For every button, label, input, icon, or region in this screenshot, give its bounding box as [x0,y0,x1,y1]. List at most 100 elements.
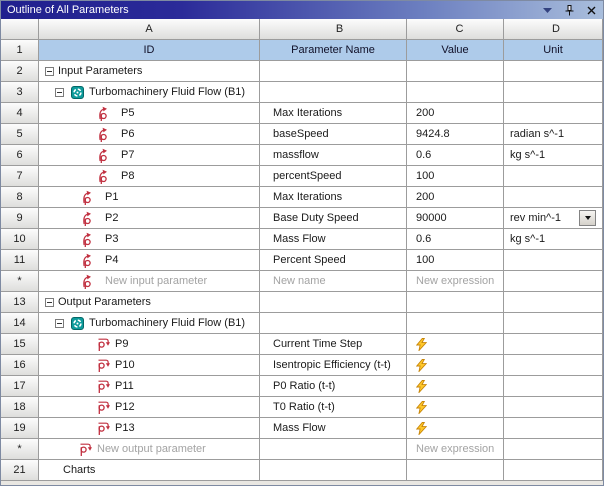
unit-cell[interactable] [504,82,603,103]
row-number-cell[interactable]: 5 [1,124,39,145]
row-number-cell[interactable]: 10 [1,229,39,250]
unit-cell[interactable]: rev min^-1 [504,208,603,229]
unit-cell[interactable]: kg s^-1 [504,145,603,166]
row-number-cell[interactable]: 16 [1,355,39,376]
value-cell[interactable] [407,313,504,334]
collapse-toggle-icon[interactable] [55,318,64,328]
id-cell[interactable]: P6 [39,124,260,145]
parameter-name-cell[interactable]: P0 Ratio (t-t) [260,376,407,397]
parameter-name-cell[interactable]: Isentropic Efficiency (t-t) [260,355,407,376]
row-number-cell[interactable]: 17 [1,376,39,397]
parameter-name-cell[interactable]: Current Time Step [260,334,407,355]
row-number-cell[interactable]: 11 [1,250,39,271]
value-cell[interactable]: 200 [407,187,504,208]
id-cell[interactable]: Charts [39,460,260,481]
id-cell[interactable]: P12 [39,397,260,418]
row-number-cell[interactable]: 3 [1,82,39,103]
value-cell[interactable] [407,418,504,439]
parameter-name-cell[interactable] [260,460,407,481]
id-cell[interactable]: P8 [39,166,260,187]
header-id[interactable]: ID [39,40,260,61]
row-number-cell[interactable]: 6 [1,145,39,166]
row-number-cell[interactable]: * [1,271,39,292]
value-cell[interactable]: 200 [407,103,504,124]
value-cell[interactable] [407,61,504,82]
parameter-name-cell[interactable] [260,292,407,313]
value-cell[interactable]: 0.6 [407,145,504,166]
row-number-cell[interactable]: 21 [1,460,39,481]
row-number-cell[interactable]: 9 [1,208,39,229]
unit-cell[interactable] [504,376,603,397]
value-cell[interactable]: 100 [407,166,504,187]
close-icon[interactable] [584,3,598,17]
unit-cell[interactable] [504,61,603,82]
parameter-name-cell[interactable]: baseSpeed [260,124,407,145]
parameter-name-cell[interactable] [260,61,407,82]
parameter-name-cell[interactable]: Max Iterations [260,103,407,124]
parameter-name-cell[interactable]: Mass Flow [260,229,407,250]
id-cell[interactable]: New output parameter [39,439,260,460]
row-number-cell[interactable]: 2 [1,61,39,82]
unit-cell[interactable] [504,334,603,355]
id-cell[interactable]: P10 [39,355,260,376]
unit-cell[interactable] [504,166,603,187]
row-number-cell[interactable]: 1 [1,40,39,61]
value-cell[interactable]: 9424.8 [407,124,504,145]
id-cell[interactable]: P13 [39,418,260,439]
unit-cell[interactable] [504,313,603,334]
value-cell[interactable] [407,292,504,313]
value-cell[interactable]: 0.6 [407,229,504,250]
value-cell[interactable] [407,355,504,376]
row-number-cell[interactable]: * [1,439,39,460]
unit-cell[interactable] [504,355,603,376]
unit-cell[interactable] [504,439,603,460]
column-header-A[interactable]: A [39,19,260,40]
id-cell[interactable]: Output Parameters [39,292,260,313]
parameter-name-cell[interactable] [260,313,407,334]
row-number-cell[interactable]: 7 [1,166,39,187]
column-header-C[interactable]: C [407,19,504,40]
id-cell[interactable]: P4 [39,250,260,271]
row-number-cell[interactable]: 13 [1,292,39,313]
pin-icon[interactable] [562,3,576,17]
unit-cell[interactable] [504,103,603,124]
id-cell[interactable]: Turbomachinery Fluid Flow (B1) [39,82,260,103]
id-cell[interactable]: P3 [39,229,260,250]
value-cell[interactable]: 90000 [407,208,504,229]
unit-cell[interactable] [504,418,603,439]
parameter-name-cell[interactable]: T0 Ratio (t-t) [260,397,407,418]
value-cell[interactable] [407,376,504,397]
parameter-name-cell[interactable] [260,439,407,460]
unit-cell[interactable]: radian s^-1 [504,124,603,145]
column-header-D[interactable]: D [504,19,603,40]
row-number-cell[interactable]: 15 [1,334,39,355]
column-header-B[interactable]: B [260,19,407,40]
parameter-name-cell[interactable] [260,82,407,103]
header-parameter-name[interactable]: Parameter Name [260,40,407,61]
parameter-name-cell[interactable]: Max Iterations [260,187,407,208]
unit-dropdown-button[interactable] [579,210,596,226]
id-cell[interactable]: P11 [39,376,260,397]
row-number-cell[interactable]: 19 [1,418,39,439]
value-cell[interactable]: 100 [407,250,504,271]
row-number-cell[interactable]: 14 [1,313,39,334]
unit-cell[interactable] [504,292,603,313]
unit-cell[interactable] [504,460,603,481]
value-cell[interactable] [407,397,504,418]
value-cell[interactable] [407,82,504,103]
parameter-name-cell[interactable]: percentSpeed [260,166,407,187]
value-cell[interactable] [407,334,504,355]
value-cell[interactable] [407,460,504,481]
window-menu-icon[interactable] [540,3,554,17]
parameter-name-cell[interactable]: Mass Flow [260,418,407,439]
unit-cell[interactable] [504,397,603,418]
unit-cell[interactable] [504,187,603,208]
id-cell[interactable]: P7 [39,145,260,166]
parameter-name-cell[interactable]: Percent Speed [260,250,407,271]
id-cell[interactable]: P2 [39,208,260,229]
value-cell[interactable]: New expression [407,439,504,460]
id-cell[interactable]: Turbomachinery Fluid Flow (B1) [39,313,260,334]
unit-cell[interactable]: kg s^-1 [504,229,603,250]
header-unit[interactable]: Unit [504,40,603,61]
id-cell[interactable]: Input Parameters [39,61,260,82]
